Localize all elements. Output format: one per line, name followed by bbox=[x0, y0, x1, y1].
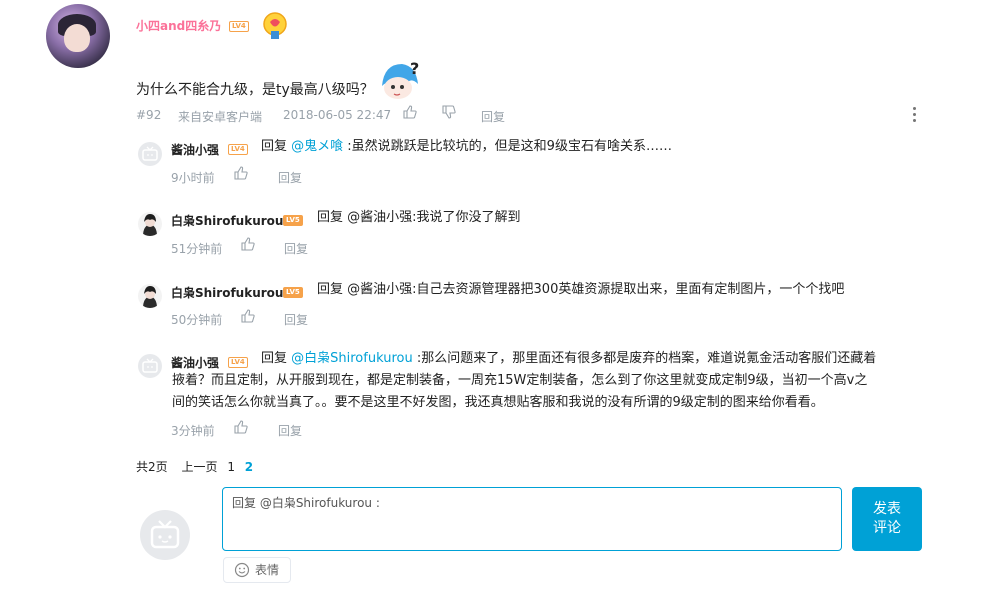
user-portrait-icon bbox=[143, 214, 157, 236]
reply-line: 回复 @白枭Shirofukurou :那么问题来了，那里面还有很多都是废弃的档… bbox=[172, 348, 932, 370]
reply-body: @酱油小强:自己去资源管理器把300英雄资源提取出来，里面有定制图片，一个个找吧 bbox=[347, 282, 845, 297]
user-portrait-icon bbox=[143, 286, 157, 308]
reply-time: 3分钟前 bbox=[171, 424, 215, 438]
confused-sticker-icon: ? bbox=[382, 59, 419, 99]
reply-line: 间的笑话怎么你就当真了。。要不是这里不好发图，我还真想贴客服和我说的没有所谓的9… bbox=[172, 395, 824, 410]
svg-text:?: ? bbox=[410, 59, 419, 78]
medal-icon bbox=[263, 12, 287, 39]
reply-line: 掖着？而且定制，从开服到现在，都是定制装备，一周充15W定制装备，怎么到了你这里… bbox=[172, 373, 868, 388]
submit-comment-button[interactable]: 发表 评论 bbox=[852, 487, 922, 551]
reply-button[interactable]: 回复 bbox=[278, 169, 302, 186]
thumbs-up-icon[interactable] bbox=[233, 419, 249, 435]
level-badge: LV5 bbox=[283, 287, 303, 298]
thumbs-down-icon[interactable] bbox=[441, 104, 457, 120]
reply-username[interactable]: 酱油小强 bbox=[171, 141, 219, 158]
reply-button[interactable]: 回复 bbox=[278, 422, 302, 439]
comment-time: 2018-06-05 22:47 bbox=[283, 108, 392, 122]
thumbs-up-icon[interactable] bbox=[240, 236, 256, 252]
reply-prefix: 回复 bbox=[261, 351, 292, 366]
reply-time: 50分钟前 bbox=[171, 313, 223, 327]
reply-body: @酱油小强:我说了你没了解到 bbox=[347, 210, 521, 225]
thumbs-up-icon[interactable] bbox=[402, 104, 418, 120]
my-avatar bbox=[140, 510, 190, 560]
thumbs-up-icon[interactable] bbox=[240, 308, 256, 324]
level-badge: LV4 bbox=[228, 144, 248, 155]
mention-link[interactable]: @白枭Shirofukurou bbox=[291, 351, 413, 366]
client-source: 来自安卓客户端 bbox=[178, 110, 263, 124]
reply-prefix: 回复 bbox=[317, 210, 348, 225]
reply-prefix: 回复 bbox=[261, 139, 292, 154]
more-vertical-icon[interactable] bbox=[908, 106, 920, 124]
floor-number: #92 bbox=[136, 108, 162, 122]
level-badge: LV5 bbox=[283, 215, 303, 226]
page-total: 共2页 bbox=[136, 460, 168, 474]
smile-icon bbox=[234, 562, 250, 578]
page-link-current[interactable]: 2 bbox=[245, 460, 253, 474]
reply-text: 回复 @鬼メ喰 :虽然说跳跃是比较坑的，但是这和9级宝石有啥关系…… bbox=[261, 136, 672, 158]
submit-label-line1: 发表 bbox=[873, 501, 901, 517]
emoji-button[interactable]: 表情 bbox=[223, 557, 291, 583]
reply-avatar[interactable] bbox=[138, 212, 162, 236]
comment-text: 为什么不能合九级，是ty最高八级吗？ bbox=[136, 82, 374, 98]
reply-button[interactable]: 回复 bbox=[284, 311, 308, 328]
thumbs-up-icon[interactable] bbox=[233, 165, 249, 181]
reply-button[interactable]: 回复 bbox=[284, 240, 308, 257]
prev-page-link[interactable]: 上一页 bbox=[181, 460, 217, 474]
reply-text: 回复 @白枭Shirofukurou :那么问题来了，那里面还有很多都是废弃的档… bbox=[172, 348, 932, 414]
reply-time: 51分钟前 bbox=[171, 242, 223, 256]
reply-avatar[interactable] bbox=[138, 284, 162, 308]
comment-input[interactable]: 回复 @白枭Shirofukurou : bbox=[222, 487, 842, 551]
tv-placeholder-icon bbox=[142, 146, 158, 161]
reply-text: 回复 @酱油小强:自己去资源管理器把300英雄资源提取出来，里面有定制图片，一个… bbox=[317, 279, 844, 301]
reply-button[interactable]: 回复 bbox=[481, 108, 505, 125]
tv-placeholder-icon bbox=[142, 358, 158, 373]
reply-username[interactable]: 白枭Shirofukurou bbox=[171, 212, 283, 229]
reply-prefix: 回复 bbox=[317, 282, 348, 297]
main-avatar[interactable] bbox=[46, 4, 110, 68]
reply-body: :那么问题来了，那里面还有很多都是废弃的档案，难道说氪金活动客服们还藏着 bbox=[412, 351, 877, 366]
emoji-label: 表情 bbox=[255, 563, 280, 577]
pagination: 共2页 上一页 1 2 bbox=[136, 458, 253, 475]
main-username[interactable]: 小四and四糸乃 bbox=[136, 17, 221, 34]
reply-body: :虽然说跳跃是比较坑的，但是这和9级宝石有啥关系…… bbox=[343, 139, 672, 154]
mention-link[interactable]: @鬼メ喰 bbox=[291, 139, 343, 154]
submit-label-line2: 评论 bbox=[873, 520, 901, 536]
level-badge: LV4 bbox=[229, 21, 249, 32]
reply-username[interactable]: 白枭Shirofukurou bbox=[171, 284, 283, 301]
reply-text: 回复 @酱油小强:我说了你没了解到 bbox=[317, 207, 521, 229]
reply-time: 9小时前 bbox=[171, 171, 215, 185]
tv-placeholder-icon bbox=[150, 520, 180, 549]
avatar-frame bbox=[46, 4, 110, 68]
reply-avatar[interactable] bbox=[138, 142, 162, 166]
page-link-1[interactable]: 1 bbox=[227, 460, 235, 474]
reply-avatar[interactable] bbox=[138, 354, 162, 378]
